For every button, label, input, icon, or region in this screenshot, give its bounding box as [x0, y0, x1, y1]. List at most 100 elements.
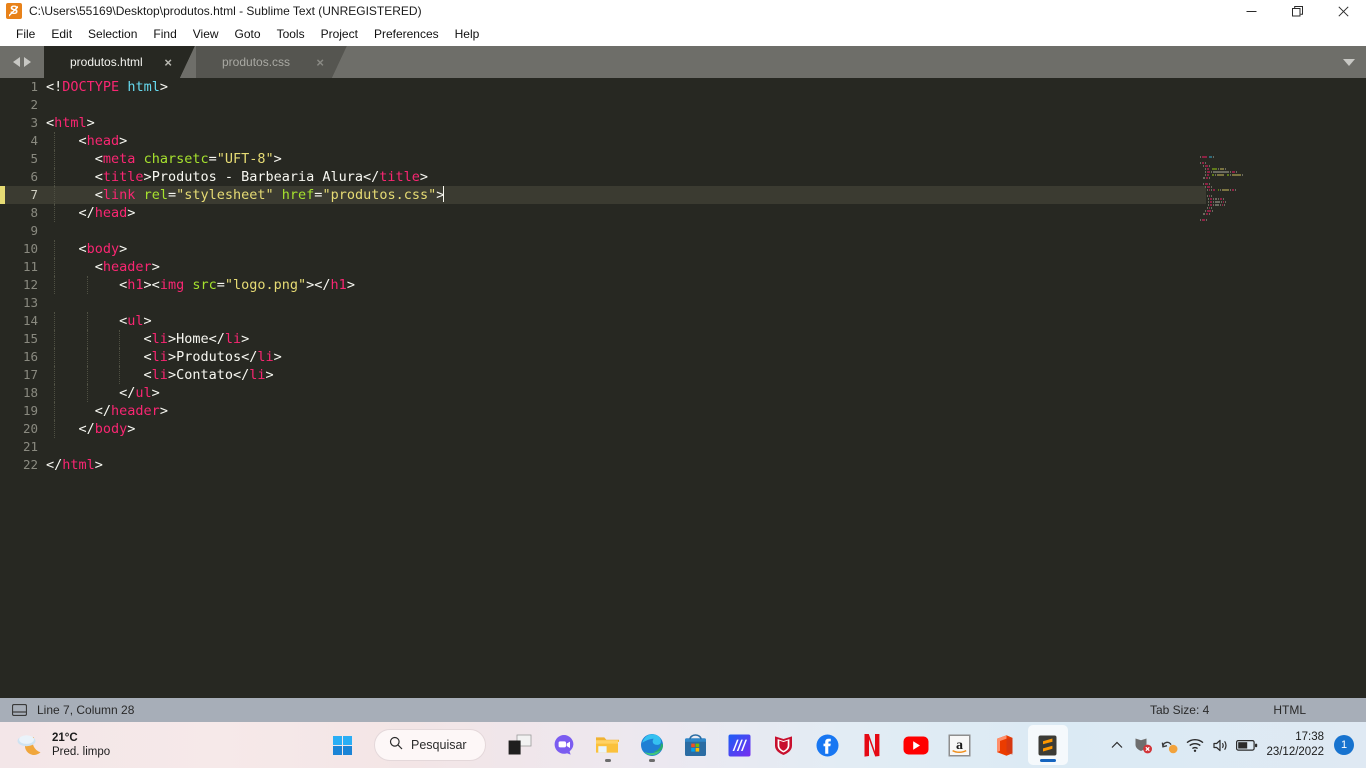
code-line[interactable]: <header>: [46, 258, 1206, 276]
minimap-token: [1208, 189, 1210, 191]
tab-label: produtos.html: [70, 55, 143, 69]
close-button[interactable]: [1320, 0, 1366, 22]
syntax-mode[interactable]: HTML: [1273, 703, 1306, 717]
taskbar-app-facebook[interactable]: [808, 725, 848, 765]
menu-item-tools[interactable]: Tools: [269, 24, 313, 44]
code-token-punc: >: [167, 367, 177, 383]
code-token-punc: ><: [143, 277, 160, 293]
code-content[interactable]: <!DOCTYPE html> <html> <head> <meta chars…: [46, 78, 1206, 698]
menu-item-help[interactable]: Help: [447, 24, 488, 44]
taskbar-app-chat[interactable]: [544, 725, 584, 765]
minimap-token: [1209, 177, 1211, 179]
weather-widget[interactable]: 21°C Pred. limpo: [14, 731, 174, 759]
minimize-button[interactable]: [1228, 0, 1274, 22]
code-line[interactable]: <li>Produtos</li>: [46, 348, 1206, 366]
show-hidden-icons-chevron[interactable]: [1104, 722, 1130, 768]
menu-item-file[interactable]: File: [8, 24, 43, 44]
line-number: 15: [22, 331, 38, 346]
indent-guide: [119, 348, 121, 366]
prev-tab-arrow-icon[interactable]: [13, 57, 20, 67]
minimap[interactable]: [1200, 156, 1262, 698]
maximize-restore-button[interactable]: [1274, 0, 1320, 22]
minimap-line: [1200, 210, 1262, 212]
code-line[interactable]: <h1><img src="logo.png"></h1>: [46, 276, 1206, 294]
code-token-punc: =: [167, 187, 177, 203]
code-line[interactable]: <li>Home</li>: [46, 330, 1206, 348]
tab-size-setting[interactable]: Tab Size: 4: [1150, 703, 1209, 717]
taskbar-app-sublime-text[interactable]: [1027, 725, 1068, 765]
taskbar-app-amazon[interactable]: a: [940, 725, 980, 765]
menu-item-preferences[interactable]: Preferences: [366, 24, 447, 44]
tab-navigation-arrows[interactable]: [0, 46, 44, 78]
code-line[interactable]: </ul>: [46, 384, 1206, 402]
code-token-tag: body: [86, 241, 120, 257]
code-token-punc: >: [94, 457, 103, 473]
running-indicator: [648, 759, 655, 762]
minimap-token: [1202, 219, 1205, 221]
battery-icon[interactable]: [1234, 722, 1260, 768]
code-line[interactable]: </header>: [46, 402, 1206, 420]
minimap-line: [1200, 156, 1262, 158]
taskbar-app-netflix[interactable]: [852, 725, 892, 765]
code-editor[interactable]: 1 2 3 4 5 6 7 8 9 10 11 12 13 14 15 16 17 18 19 20 21 22 <!DO…: [0, 78, 1366, 698]
tab-produtos-html[interactable]: produtos.html ×: [44, 46, 195, 78]
code-line[interactable]: <!DOCTYPE html>: [46, 78, 1206, 96]
menu-item-goto[interactable]: Goto: [227, 24, 269, 44]
taskbar-app-microsoft-office[interactable]: [984, 725, 1024, 765]
minimap-token: [1205, 177, 1209, 179]
code-line[interactable]: </html>: [46, 456, 1206, 474]
menu-item-project[interactable]: Project: [313, 24, 366, 44]
code-line[interactable]: </body>: [46, 420, 1206, 438]
onedrive-sync-icon[interactable]: [1156, 722, 1182, 768]
menu-item-view[interactable]: View: [185, 24, 227, 44]
code-line[interactable]: <title>Produtos - Barbearia Alura</title…: [46, 168, 1206, 186]
code-line[interactable]: [46, 222, 1206, 240]
tab-close-icon[interactable]: ×: [144, 56, 172, 69]
code-token-tag: title: [102, 169, 144, 185]
taskbar-app-youtube[interactable]: [896, 725, 936, 765]
tab-list-dropdown[interactable]: [1332, 46, 1366, 78]
tab-produtos-css[interactable]: produtos.css ×: [196, 46, 347, 78]
taskbar-app-alura[interactable]: [720, 725, 760, 765]
code-line[interactable]: <link rel="stylesheet" href="produtos.cs…: [46, 186, 1206, 204]
taskbar-search[interactable]: Pesquisar: [374, 729, 486, 761]
wifi-icon[interactable]: [1182, 722, 1208, 768]
menu-item-find[interactable]: Find: [145, 24, 184, 44]
tab-bar: produtos.html × produtos.css ×: [0, 46, 1366, 78]
start-button[interactable]: [322, 725, 362, 765]
code-token-txt: Contato: [176, 367, 233, 383]
minimap-token: [1225, 201, 1227, 203]
menu-item-selection[interactable]: Selection: [80, 24, 145, 44]
code-line[interactable]: <head>: [46, 132, 1206, 150]
code-line[interactable]: <body>: [46, 240, 1206, 258]
line-number: 11: [22, 259, 38, 274]
code-line[interactable]: [46, 438, 1206, 456]
volume-icon[interactable]: [1208, 722, 1234, 768]
minimap-token: [1202, 162, 1205, 164]
minimap-token: [1208, 165, 1210, 167]
notification-badge[interactable]: 1: [1334, 735, 1354, 755]
taskbar-app-mcafee[interactable]: [764, 725, 804, 765]
code-line[interactable]: </head>: [46, 204, 1206, 222]
code-line[interactable]: <ul>: [46, 312, 1206, 330]
taskbar-app-file-explorer[interactable]: [588, 725, 628, 765]
tab-close-icon[interactable]: ×: [296, 56, 324, 69]
code-token-punc: <: [46, 133, 87, 149]
menu-item-edit[interactable]: Edit: [43, 24, 80, 44]
code-line[interactable]: [46, 96, 1206, 114]
clock-widget[interactable]: 17:38 23/12/2022: [1266, 730, 1324, 760]
code-line[interactable]: <meta charsetc="UFT-8">: [46, 150, 1206, 168]
taskbar-app-microsoft-store[interactable]: [676, 725, 716, 765]
code-line[interactable]: <html>: [46, 114, 1206, 132]
minimap-token: [1216, 174, 1225, 176]
taskbar-app-task-view[interactable]: [500, 725, 540, 765]
taskbar-app-microsoft-edge[interactable]: [632, 725, 672, 765]
minimap-token: [1217, 189, 1220, 191]
minimap-token: [1210, 201, 1212, 203]
code-line[interactable]: [46, 294, 1206, 312]
indent-guide: [54, 312, 55, 330]
mcafee-alert-icon[interactable]: [1130, 722, 1156, 768]
code-line[interactable]: <li>Contato</li>: [46, 366, 1206, 384]
sublime-text-icon: [6, 2, 22, 19]
next-tab-arrow-icon[interactable]: [24, 57, 31, 67]
